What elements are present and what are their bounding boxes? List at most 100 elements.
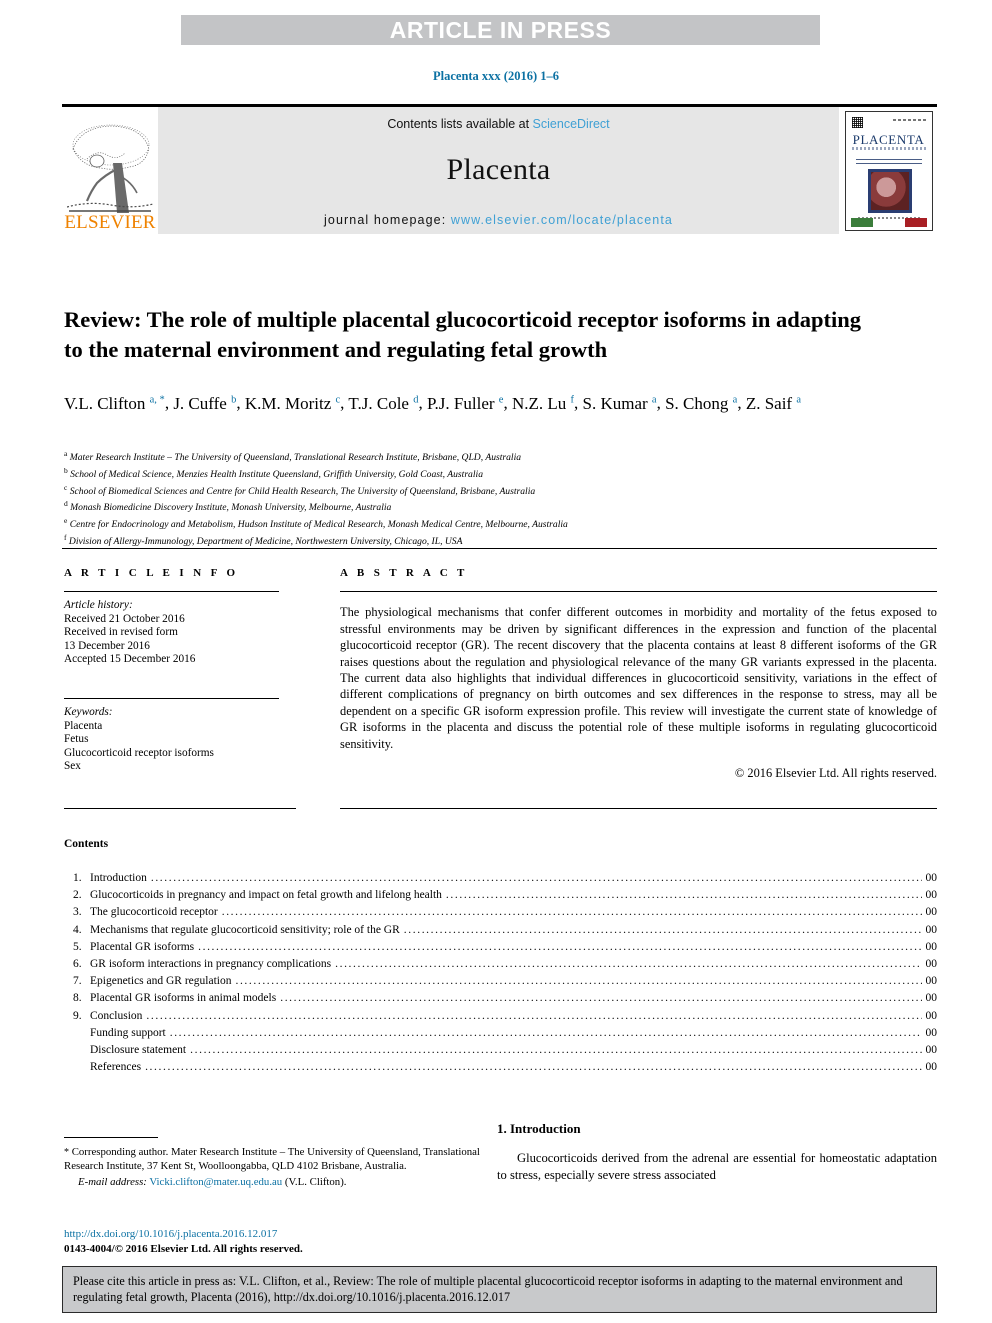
affiliation-item: a Mater Research Institute – The Univers…: [64, 448, 924, 465]
cite-this-article-box: Please cite this article in press as: V.…: [62, 1266, 937, 1313]
contents-item[interactable]: 7. Epigenetics and GR regulation.........…: [64, 973, 937, 990]
contents-item[interactable]: Funding support.........................…: [64, 1025, 937, 1042]
running-head-citation: Placenta xxx (2016) 1–6: [432, 69, 560, 83]
contents-item-label: Placental GR isoforms in animal models: [90, 992, 277, 1005]
email-link[interactable]: Vicki.clifton@mater.uq.edu.au: [149, 1176, 282, 1188]
contents-item[interactable]: Disclosure statement....................…: [64, 1042, 937, 1059]
contents-leader-dots: ........................................…: [190, 1044, 921, 1057]
affiliation-list: a Mater Research Institute – The Univers…: [64, 448, 924, 549]
contents-item-page: 00: [925, 906, 938, 919]
affiliation-mark: d: [64, 499, 68, 509]
contents-leader-dots: ........................................…: [235, 975, 922, 988]
contents-item-number: 1.: [73, 872, 82, 884]
corresponding-author-star: *: [64, 1147, 69, 1158]
author-name: J. Cuffe b: [173, 393, 237, 413]
author-name: Z. Saif a: [745, 393, 802, 413]
contents-item-page: 00: [925, 872, 938, 884]
contents-item-label: Mechanisms that regulate glucocorticoid …: [90, 923, 400, 936]
doi-link[interactable]: http://dx.doi.org/10.1016/j.placenta.201…: [64, 1227, 484, 1242]
contents-list: 1. Introduction..........................…: [64, 870, 937, 1076]
contents-item[interactable]: References..............................…: [64, 1059, 937, 1076]
author-affiliation-mark: c: [335, 394, 341, 405]
contents-leader-dots: ........................................…: [280, 992, 921, 1005]
abstract-section: A B S T R A C T The physiological mechan…: [340, 567, 937, 781]
author-affiliation-mark: d: [413, 394, 419, 405]
sciencedirect-link[interactable]: ScienceDirect: [533, 117, 610, 131]
article-history-item: 13 December 2016: [64, 639, 150, 652]
cover-subtitle-rule: [851, 146, 926, 150]
contents-item[interactable]: 6. GR isoform interactions in pregnancy c…: [64, 956, 937, 973]
author-affiliation-mark: a, *: [149, 394, 165, 405]
contents-item-page: 00: [925, 992, 938, 1005]
page-title: Review: The role of multiple placental g…: [64, 307, 862, 363]
article-in-press-banner: ARTICLE IN PRESS: [181, 15, 820, 45]
contents-item[interactable]: 2. Glucocorticoids in pregnancy and impac…: [64, 887, 937, 904]
cover-badge-left-icon: [850, 217, 873, 227]
article-history-item: Received in revised form: [64, 626, 178, 639]
elsevier-wordmark: ELSEVIER: [64, 212, 156, 233]
contents-leader-dots: ........................................…: [169, 1026, 922, 1039]
author-name: S. Chong a: [665, 393, 738, 413]
affiliation-item: b School of Medical Science, Menzies Hea…: [64, 465, 924, 482]
contents-leader-dots: ........................................…: [145, 1061, 921, 1074]
contents-lists-line: Contents lists available at ScienceDirec…: [387, 117, 609, 131]
issn-copyright-line: 0143-4004/© 2016 Elsevier Ltd. All right…: [64, 1242, 303, 1255]
contents-leader-dots: ........................................…: [403, 923, 922, 936]
email-label: E-mail address:: [78, 1176, 147, 1189]
contents-item-number: 9.: [73, 1009, 82, 1022]
contents-item[interactable]: 8. Placental GR isoforms in animal models…: [64, 990, 937, 1007]
author-affiliation-mark: f: [570, 394, 575, 405]
contents-item-page: 00: [925, 1026, 938, 1039]
author-list: V.L. Clifton a, *, J. Cuffe b, K.M. Mori…: [64, 393, 802, 413]
contents-leader-dots: ........................................…: [146, 1009, 921, 1022]
abstract-rule: [340, 591, 937, 592]
doi-block: http://dx.doi.org/10.1016/j.placenta.201…: [64, 1227, 484, 1256]
contents-item-page: 00: [925, 1044, 938, 1057]
contents-leader-dots: ........................................…: [221, 906, 922, 919]
affiliation-mark: e: [64, 516, 68, 526]
contents-item-number: 7.: [73, 975, 82, 988]
contents-item-label: Epigenetics and GR regulation: [90, 975, 232, 988]
affiliation-text: Mater Research Institute – The Universit…: [69, 452, 522, 464]
journal-homepage-link[interactable]: www.elsevier.com/locate/placenta: [451, 213, 673, 227]
contents-leader-dots: ........................................…: [150, 872, 922, 884]
contents-lists-prefix: Contents lists available at: [387, 117, 533, 131]
introduction-heading: 1. Introduction: [497, 1121, 581, 1136]
affiliation-text: Division of Allergy-Immunology, Departme…: [68, 536, 463, 548]
contents-item-page: 00: [925, 1061, 938, 1074]
author-name: P.J. Fuller e: [426, 393, 504, 413]
info-abstract-top-rule: [62, 548, 937, 549]
affiliation-mark: f: [64, 532, 67, 542]
journal-cover-card: PLACENTA: [844, 110, 933, 231]
contents-item-label: Disclosure statement: [90, 1044, 187, 1057]
keywords-lines: Placenta Fetus Glucocorticoid receptor iso…: [64, 720, 296, 774]
author-name: V.L. Clifton a, *: [64, 393, 165, 413]
contents-item-page: 00: [925, 1009, 938, 1022]
elsevier-logo: ELSEVIER: [62, 107, 158, 234]
contents-item-number: 6.: [73, 958, 82, 971]
keyword-item: Placenta: [64, 719, 103, 732]
author-name: S. Kumar a: [582, 393, 657, 413]
contents-item[interactable]: 1. Introduction..........................…: [64, 870, 937, 887]
journal-masthead: ELSEVIER Contents lists available at Sci…: [62, 104, 937, 234]
contents-item-page: 00: [925, 940, 938, 953]
keywords-rule: [64, 697, 279, 699]
abstract-copyright: © 2016 Elsevier Ltd. All rights reserved…: [734, 766, 937, 781]
contents-item-number: 8.: [73, 992, 82, 1005]
contents-item-label: Funding support: [90, 1026, 166, 1039]
contents-item-page: 00: [925, 975, 938, 988]
abstract-body: The physiological mechanisms that confer…: [340, 605, 937, 751]
article-history-item: Received 21 October 2016: [64, 612, 185, 625]
affiliation-item: c School of Biomedical Sciences and Cent…: [64, 482, 924, 499]
contents-item-label: References: [90, 1061, 142, 1074]
keyword-item: Sex: [64, 760, 81, 773]
contents-item[interactable]: 5. Placental GR isoforms.................…: [64, 939, 937, 956]
affiliation-item: d Monash Biomedicine Discovery Institute…: [64, 498, 924, 515]
contents-item[interactable]: 3. The glucocorticoid receptor...........…: [64, 904, 937, 921]
qr-code-icon: [851, 116, 863, 128]
contents-item[interactable]: 4. Mechanisms that regulate glucocorticoi…: [64, 922, 937, 939]
contents-item[interactable]: 9. Conclusion............................…: [64, 1008, 937, 1025]
affiliation-text: Centre for Endocrinology and Metabolism,…: [69, 519, 568, 531]
contents-heading: Contents: [64, 838, 109, 850]
introduction-section: 1. Introduction Glucocorticoids derived …: [497, 1121, 937, 1197]
